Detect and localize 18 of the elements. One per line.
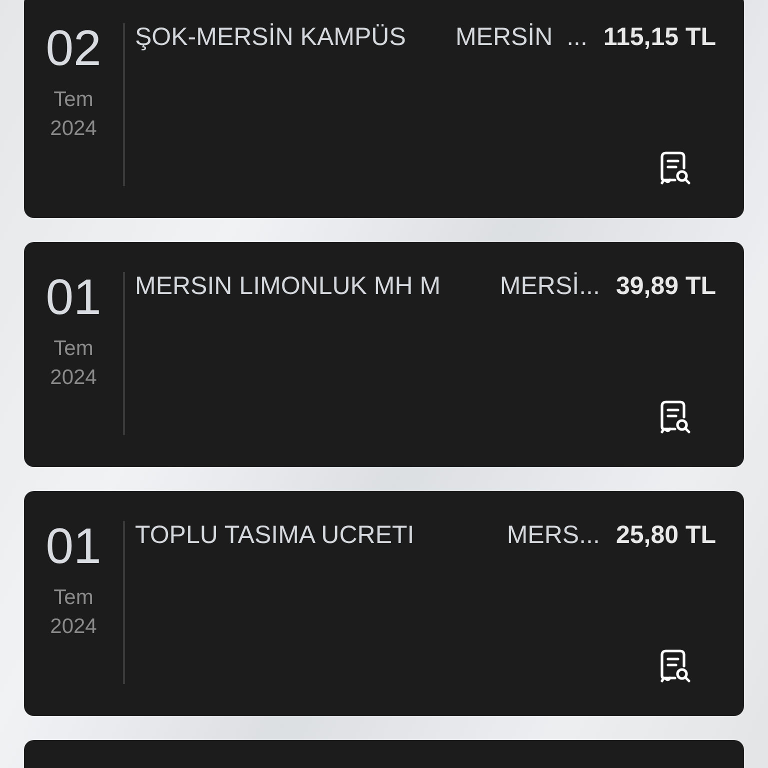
merchant-location: MERSİN ... (455, 23, 588, 52)
merchant-name: ŞOK-MERSİN KAMPÜS (135, 23, 407, 52)
merchant-location: MERS... (506, 521, 600, 550)
date-month: Tem (54, 87, 94, 113)
date-month: Tem (54, 336, 94, 362)
merchant-name: TOPLU TASIMA UCRETI (135, 521, 416, 550)
date-day: 01 (46, 523, 102, 569)
date-day: 01 (46, 274, 102, 320)
merchant-location: MERSİ... (500, 272, 600, 301)
date-day: 02 (46, 25, 102, 71)
amount: 25,80 TL (616, 521, 716, 550)
amount: 115,15 TL (603, 23, 716, 52)
date-month: Tem (54, 585, 94, 611)
amount: 39,89 TL (616, 272, 716, 301)
date-year: 2024 (50, 614, 97, 640)
date-year: 2024 (50, 365, 97, 391)
merchant-name: MERSIN LIMONLUK MH M (135, 272, 442, 301)
date-year: 2024 (50, 116, 97, 142)
